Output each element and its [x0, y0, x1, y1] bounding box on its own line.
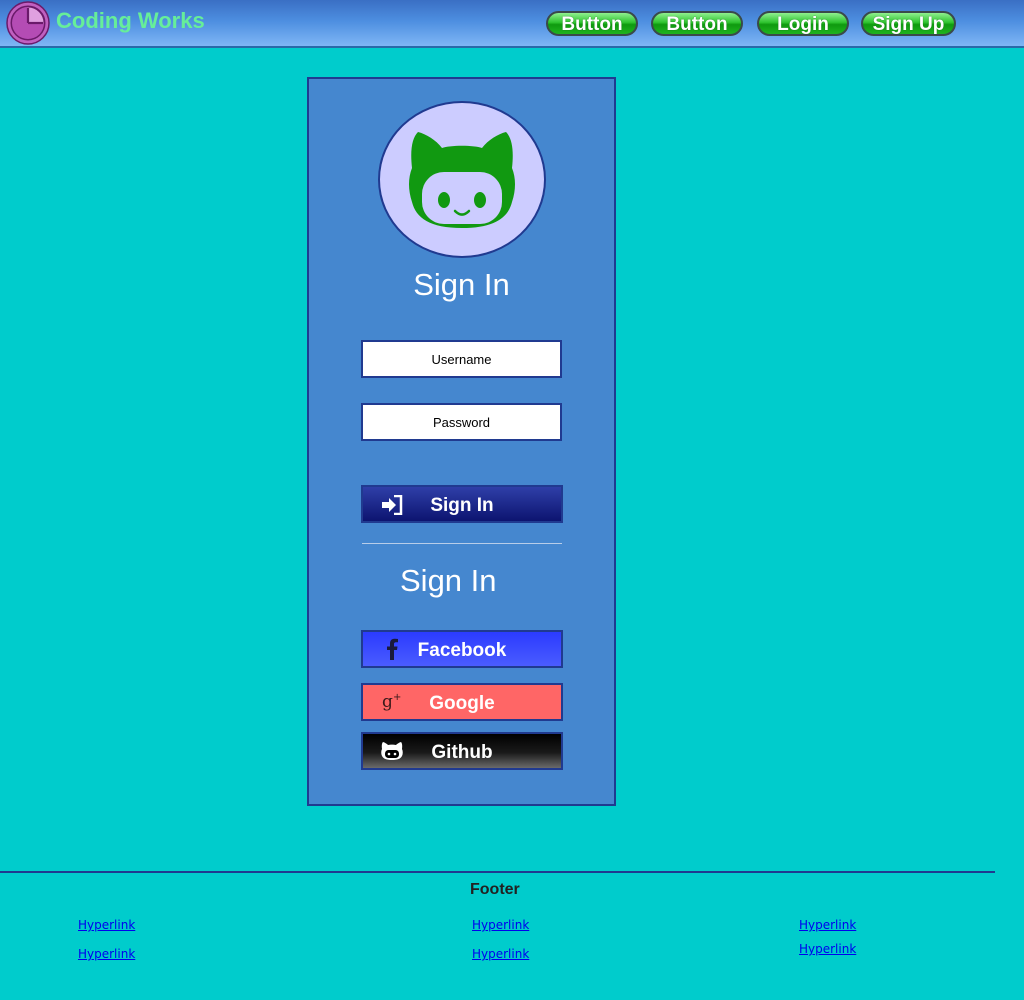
password-input[interactable] — [361, 403, 562, 441]
username-input[interactable] — [361, 340, 562, 378]
nav-button-1[interactable]: Button — [546, 11, 638, 36]
footer-link[interactable]: Hyperlink — [472, 947, 529, 961]
footer-link[interactable]: Hyperlink — [799, 918, 856, 932]
github-button[interactable]: Github — [361, 732, 563, 770]
footer-link[interactable]: Hyperlink — [472, 918, 529, 932]
nav-button-2[interactable]: Button — [651, 11, 743, 36]
footer-link[interactable]: Hyperlink — [78, 947, 135, 961]
footer-link[interactable]: Hyperlink — [799, 942, 856, 956]
brand-title: Coding Works — [56, 8, 205, 33]
sign-in-button-label: Sign In — [430, 495, 494, 516]
avatar — [378, 101, 546, 258]
nav-login-button[interactable]: Login — [757, 11, 849, 36]
nav-signup-button[interactable]: Sign Up — [861, 11, 956, 36]
sign-in-button[interactable]: Sign In — [361, 485, 563, 523]
clock-logo-icon[interactable] — [6, 1, 50, 45]
facebook-button[interactable]: Facebook — [361, 630, 563, 668]
footer-divider — [0, 871, 995, 873]
facebook-button-label: Facebook — [417, 640, 507, 661]
github-button-label: Github — [431, 742, 493, 763]
top-navbar: Coding Works Button Button Login Sign Up — [0, 0, 1024, 48]
footer-title: Footer — [470, 881, 520, 898]
google-button[interactable]: g + Google — [361, 683, 563, 721]
login-panel: Sign In Sign In Sign In Facebook g + Goo… — [307, 77, 616, 806]
google-button-label: Google — [429, 693, 495, 714]
divider — [362, 543, 562, 544]
octocat-avatar-icon — [409, 132, 515, 228]
footer-link[interactable]: Hyperlink — [78, 918, 135, 932]
sign-in-heading: Sign In — [413, 267, 510, 302]
social-sign-in-heading: Sign In — [400, 563, 497, 598]
